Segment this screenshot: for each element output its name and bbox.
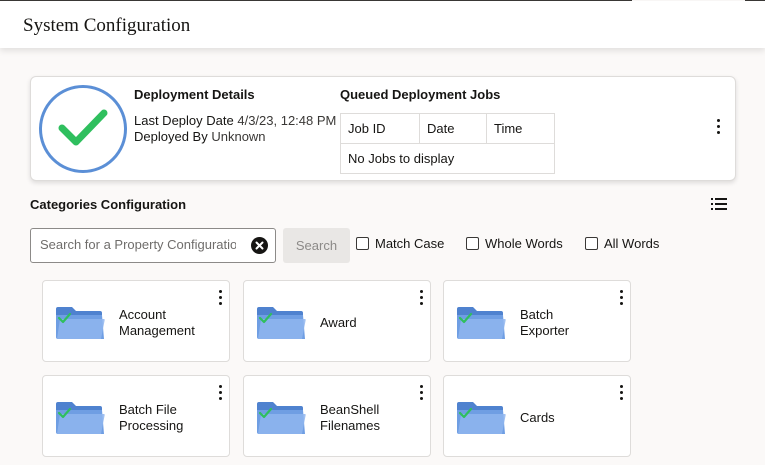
column-header-time: Time	[486, 113, 555, 144]
tile-menu-kebab-icon[interactable]	[416, 385, 426, 400]
table-header-row: Job ID Date Time	[340, 113, 555, 144]
list-view-icon[interactable]	[711, 198, 727, 210]
tile-label-line2: Exporter	[520, 323, 570, 338]
tile-label-line1: Cards	[520, 410, 555, 425]
page-header: System Configuration	[0, 1, 765, 48]
search-input[interactable]	[40, 237, 236, 252]
tile-menu-kebab-icon[interactable]	[215, 290, 225, 305]
folder-check-icon	[54, 305, 106, 346]
column-header-job-id: Job ID	[340, 113, 420, 144]
folder-check-icon	[255, 400, 307, 441]
category-tile-batch-file-processing[interactable]: Batch File Processing	[42, 375, 230, 457]
queued-jobs-table: Job ID Date Time No Jobs to display	[340, 113, 555, 174]
categories-title: Categories Configuration	[30, 197, 187, 212]
category-tile-label: Award	[320, 315, 357, 331]
all-words-checkbox[interactable]: All Words	[585, 236, 659, 251]
last-deploy-line: Last Deploy Date 4/3/23, 12:48 PM	[134, 113, 336, 128]
tile-menu-kebab-icon[interactable]	[616, 385, 626, 400]
tile-label-line1: Account	[119, 307, 166, 322]
last-deploy-value: 4/3/23, 12:48 PM	[237, 113, 337, 128]
checkbox-box[interactable]	[356, 237, 369, 250]
all-words-label: All Words	[604, 236, 660, 251]
tile-menu-kebab-icon[interactable]	[616, 290, 626, 305]
deploy-status-ring	[39, 85, 127, 173]
category-tile-account-management[interactable]: Account Management	[42, 280, 230, 362]
clear-search-icon[interactable]	[251, 237, 268, 254]
search-button[interactable]: Search	[283, 228, 350, 263]
match-case-label: Match Case	[375, 236, 445, 251]
folder-check-icon	[54, 400, 106, 441]
match-case-checkbox[interactable]: Match Case	[356, 236, 444, 251]
checkbox-box[interactable]	[466, 237, 479, 250]
search-field	[30, 228, 276, 263]
page-title: System Configuration	[23, 15, 191, 36]
tile-label-line1: Batch File	[119, 402, 177, 417]
tile-menu-kebab-icon[interactable]	[215, 385, 225, 400]
tile-label-line1: BeanShell	[320, 402, 380, 417]
folder-check-icon	[255, 305, 307, 346]
deployed-by-label: Deployed By	[134, 129, 208, 144]
last-deploy-label: Last Deploy Date	[134, 113, 234, 128]
category-tile-cards[interactable]: Cards	[443, 375, 631, 457]
tile-label-line1: Award	[320, 315, 357, 330]
category-tile-award[interactable]: Award	[243, 280, 431, 362]
category-tile-batch-exporter[interactable]: Batch Exporter	[443, 280, 631, 362]
category-tile-label: Batch File Processing	[119, 402, 183, 434]
category-tile-label: Account Management	[119, 307, 195, 339]
tile-label-line2: Management	[119, 323, 195, 338]
deployed-by-line: Deployed By Unknown	[134, 129, 266, 144]
tile-label-line2: Processing	[119, 418, 184, 433]
category-tile-label: Cards	[520, 410, 555, 426]
category-tile-label: Batch Exporter	[520, 307, 569, 339]
tile-menu-kebab-icon[interactable]	[416, 290, 426, 305]
category-tile-label: BeanShell Filenames	[320, 402, 380, 434]
checkbox-box[interactable]	[585, 237, 598, 250]
column-header-date: Date	[419, 113, 487, 144]
deployment-menu-kebab-icon[interactable]	[713, 119, 723, 134]
whole-words-checkbox[interactable]: Whole Words	[466, 236, 563, 251]
folder-check-icon	[455, 400, 507, 441]
tile-label-line2: Filenames	[320, 418, 380, 433]
check-circle-icon	[58, 109, 108, 146]
table-row: No Jobs to display	[340, 143, 555, 174]
whole-words-label: Whole Words	[485, 236, 563, 251]
category-tile-beanshell-filenames[interactable]: BeanShell Filenames	[243, 375, 431, 457]
queued-jobs-title: Queued Deployment Jobs	[340, 87, 501, 102]
deployed-by-value: Unknown	[211, 129, 266, 144]
empty-jobs-message: No Jobs to display	[340, 143, 555, 174]
folder-check-icon	[455, 305, 507, 346]
deployment-card: Deployment Details Last Deploy Date 4/3/…	[30, 76, 736, 181]
deployment-details-title: Deployment Details	[134, 87, 255, 102]
tile-label-line1: Batch	[520, 307, 554, 322]
